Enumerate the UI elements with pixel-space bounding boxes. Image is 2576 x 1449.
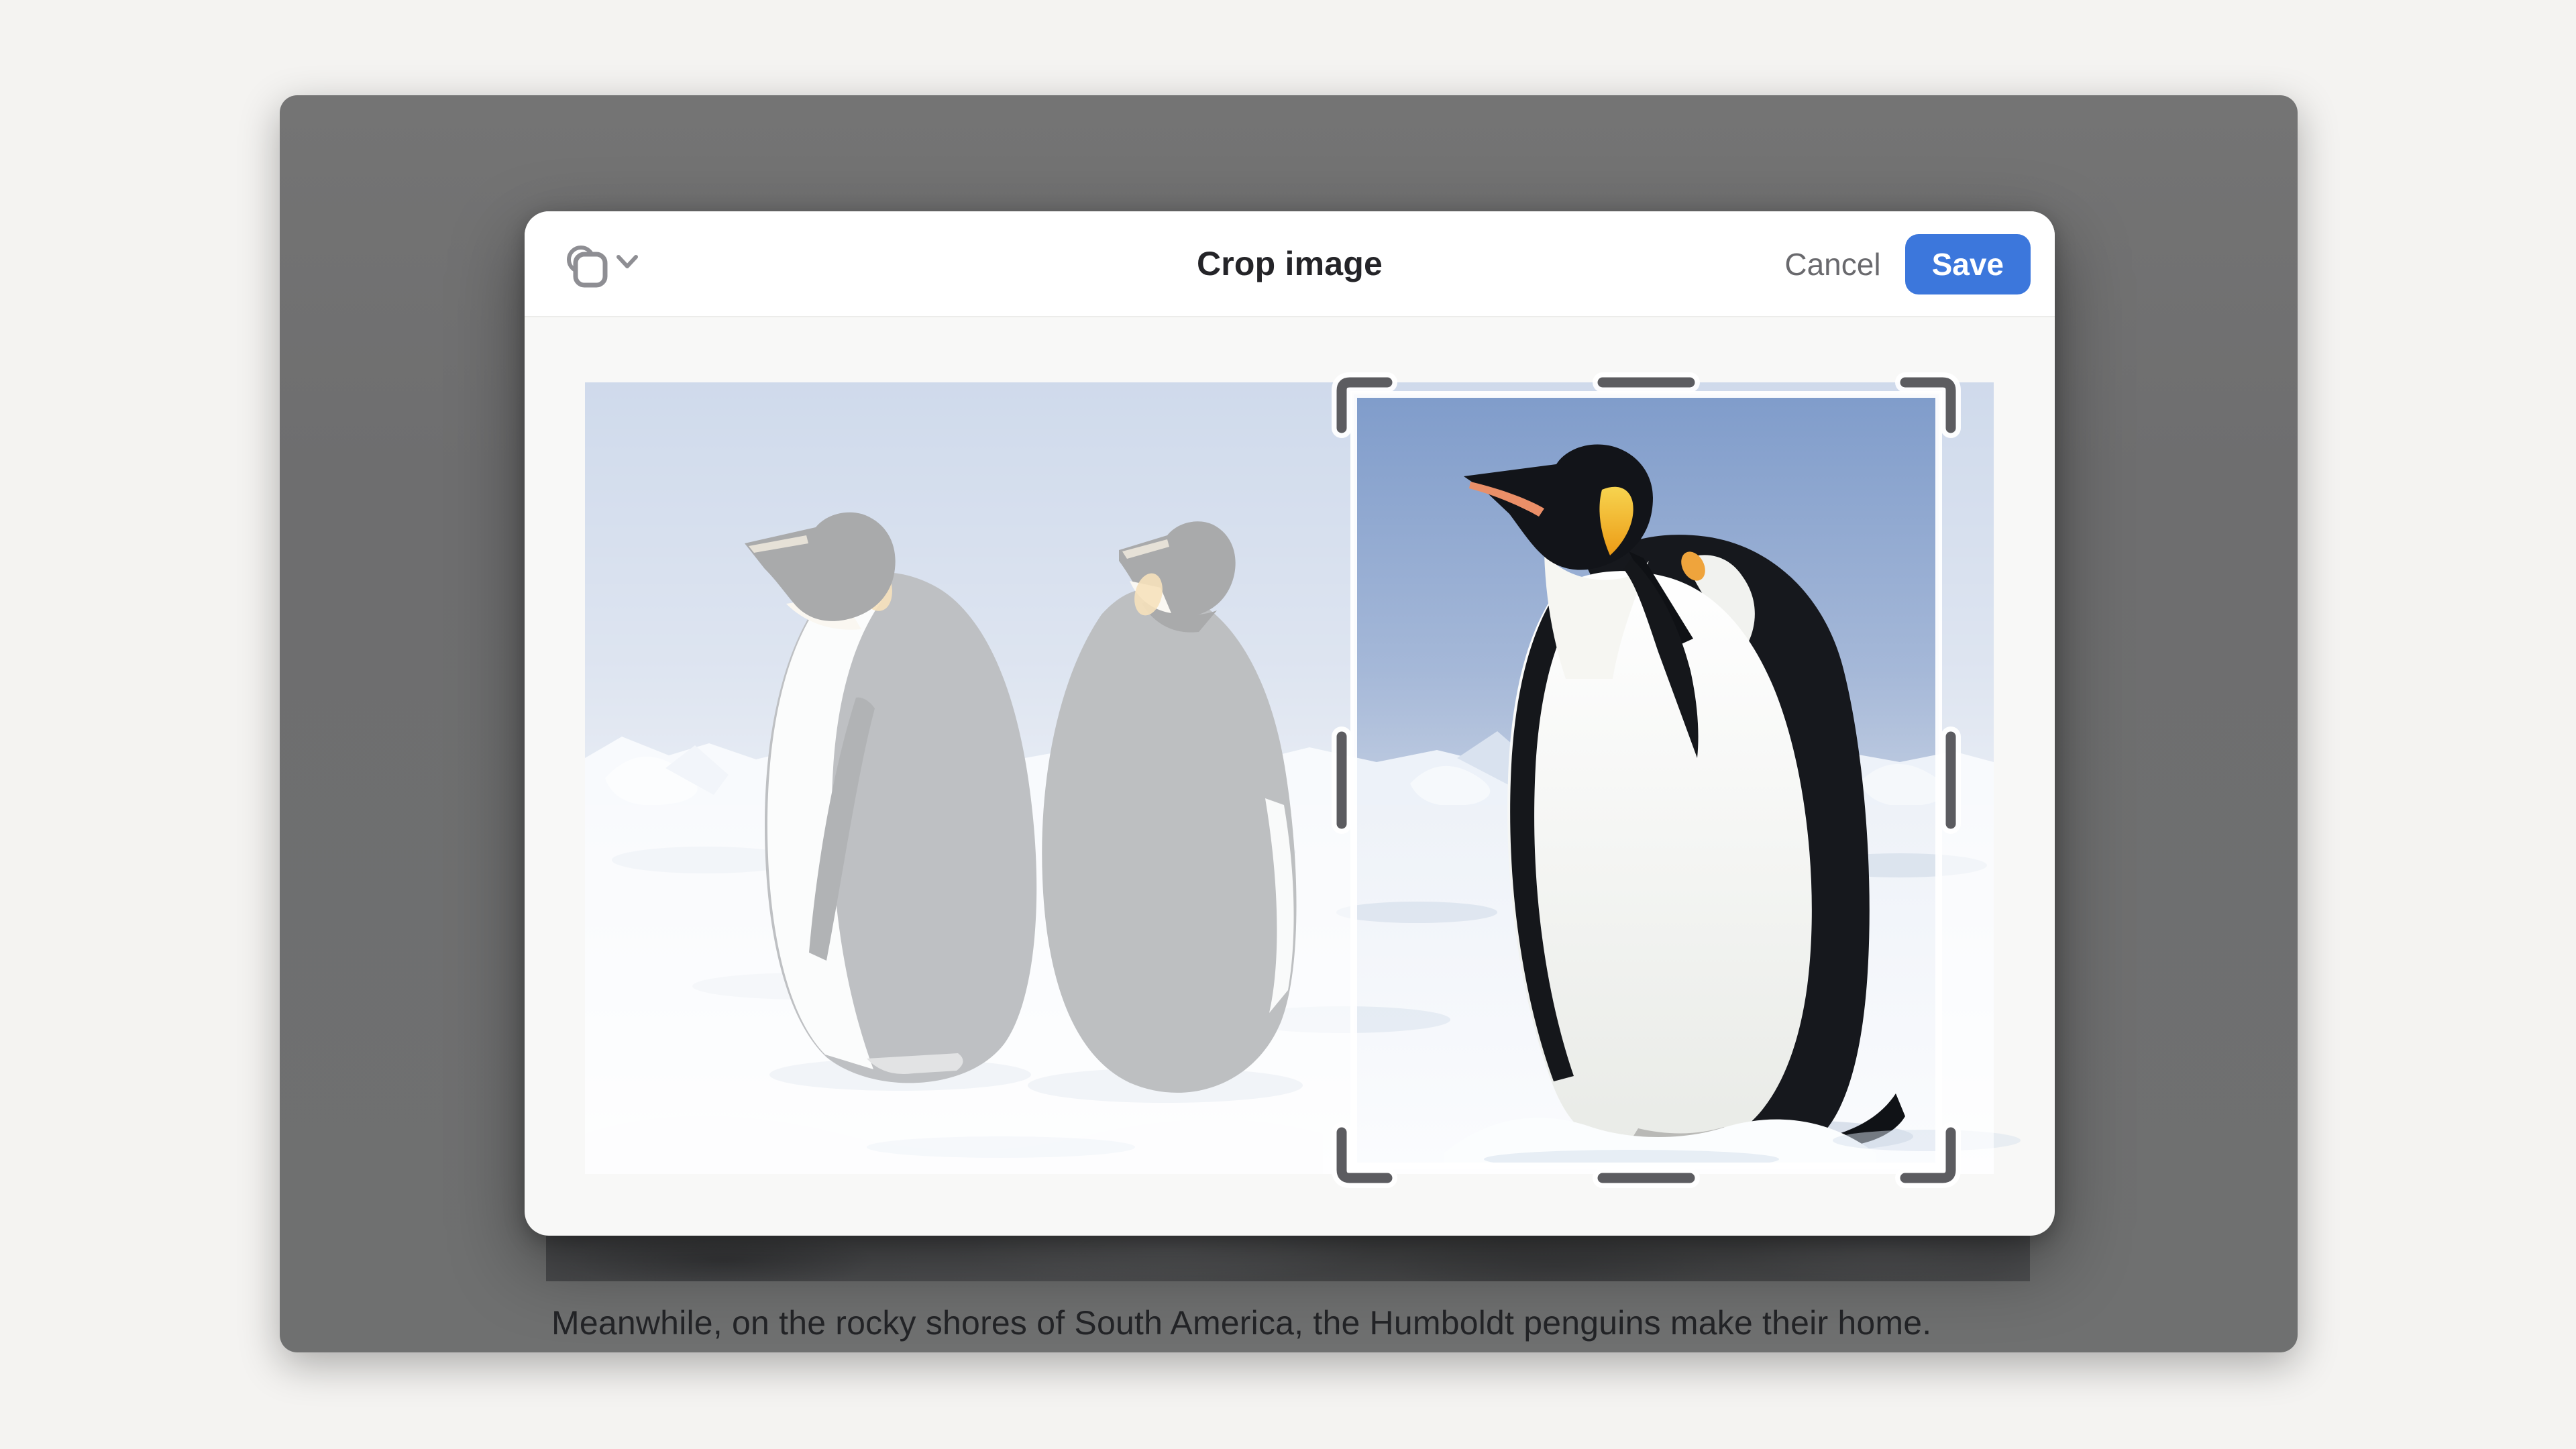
document-photo-edge <box>546 1236 2030 1281</box>
cancel-button[interactable]: Cancel <box>1784 246 1880 282</box>
crop-canvas <box>585 382 1994 1174</box>
aspect-ratio-button[interactable] <box>559 241 645 289</box>
chevron-down-icon <box>619 257 636 266</box>
crop-image-modal: Crop image Cancel Save <box>525 211 2055 1236</box>
aspect-ratio-icon <box>559 241 645 289</box>
crop-selection-border[interactable] <box>1354 394 1939 1166</box>
document-caption: Meanwhile, on the rocky shores of South … <box>551 1303 1931 1343</box>
crop-selection[interactable] <box>585 382 1994 1174</box>
save-button[interactable]: Save <box>1905 234 2031 294</box>
